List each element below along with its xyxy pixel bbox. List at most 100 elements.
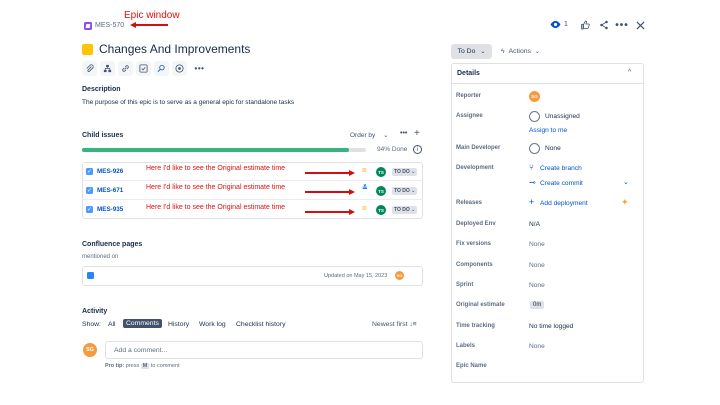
order-by-label: Order by	[350, 132, 376, 139]
annotation-arrow-head	[349, 189, 355, 195]
search-issue-icon[interactable]	[154, 61, 169, 76]
child-issue-key[interactable]: MES-671	[97, 187, 123, 194]
status-badge[interactable]: TO DO ⌄	[392, 206, 418, 214]
task-type-icon: ✓	[86, 187, 93, 194]
priority-medium-icon: =	[362, 204, 367, 213]
child-issue-key[interactable]: MES-935	[97, 206, 123, 213]
progress-fill	[82, 148, 349, 152]
development-label: Development	[456, 165, 494, 171]
time-tracking-value[interactable]: No time logged	[529, 323, 573, 330]
status-badge[interactable]: TO DO ⌄	[392, 168, 418, 176]
attach-icon[interactable]	[82, 61, 97, 76]
status-label: TO DO	[394, 188, 410, 194]
comment-input[interactable]: Add a comment...	[105, 341, 423, 359]
description-heading: Description	[82, 86, 121, 93]
confluence-avatar: SG	[395, 271, 404, 280]
components-value[interactable]: None	[529, 262, 545, 269]
priority-medium-icon: =	[362, 166, 367, 175]
description-text[interactable]: The purpose of this epic is to serve as …	[82, 99, 294, 106]
assignee-label: Assignee	[456, 113, 483, 119]
filter-checklist-history[interactable]: Checklist history	[236, 321, 285, 328]
status-badge[interactable]: TO DO ⌄	[392, 187, 418, 195]
epic-color-swatch	[82, 44, 93, 55]
epic-icon	[84, 22, 92, 30]
child-issue-key[interactable]: MES-926	[97, 168, 123, 175]
chevron-down-icon[interactable]: ⌄	[623, 178, 629, 186]
close-icon[interactable]	[632, 17, 648, 33]
sort-label: Newest first	[372, 321, 408, 328]
activity-show-label: Show:	[82, 321, 101, 328]
main-developer-value[interactable]: None	[545, 145, 561, 152]
releases-label: Releases	[456, 200, 483, 206]
priority-low-icon: ≚	[362, 185, 368, 192]
target-icon[interactable]	[172, 61, 187, 76]
deployed-env-label: Deployed Env	[456, 221, 496, 227]
details-header[interactable]	[452, 64, 643, 84]
user-avatar: SG	[83, 343, 97, 357]
assign-to-me-link[interactable]: Assign to me	[529, 127, 567, 134]
create-commit-link[interactable]: Create commit	[540, 180, 583, 187]
info-icon[interactable]: i	[413, 145, 422, 154]
more-actions-icon[interactable]: •••	[192, 61, 207, 76]
share-icon[interactable]	[596, 17, 612, 33]
reporter-label: Reporter	[456, 93, 482, 99]
time-tracking-label: Time tracking	[456, 323, 495, 329]
comment-placeholder: Add a comment...	[114, 346, 168, 354]
link-issue-icon[interactable]	[118, 61, 133, 76]
order-by-button[interactable]: Order by ⌄	[350, 131, 389, 139]
commit-icon: ⊸	[529, 178, 536, 187]
filter-history[interactable]: History	[168, 321, 189, 328]
add-deployment-link[interactable]: Add deployment	[540, 200, 588, 207]
add-child-icon[interactable]: +	[414, 128, 420, 139]
annotation-arrow-head	[349, 170, 355, 176]
fix-versions-label: Fix versions	[456, 241, 492, 247]
epic-name-label: Epic Name	[456, 363, 487, 369]
fix-versions-value[interactable]: None	[529, 241, 545, 248]
original-estimate-label: Original estimate	[456, 302, 505, 308]
original-estimate-value[interactable]: 0m	[530, 301, 545, 309]
sort-icon: ↓≡	[409, 321, 417, 328]
child-more-icon[interactable]: •••	[400, 130, 407, 137]
child-issue-icon[interactable]	[100, 61, 115, 76]
confluence-page-icon	[87, 272, 94, 279]
filter-all[interactable]: All	[108, 321, 116, 328]
reporter-avatar[interactable]: SG	[529, 91, 540, 102]
checklist-icon[interactable]	[136, 61, 151, 76]
plus-icon: +	[529, 197, 535, 207]
chevron-down-icon: ⌄	[534, 49, 540, 55]
sort-button[interactable]: Newest first ↓≡	[372, 321, 417, 328]
annotation-arrow-head	[349, 209, 355, 215]
chevron-up-icon[interactable]: ^	[628, 69, 631, 76]
assignee-avatar[interactable]: TS	[376, 186, 386, 196]
pro-tip-mid: press	[125, 363, 140, 369]
filter-work-log[interactable]: Work log	[199, 321, 226, 328]
progress-text: 94% Done	[377, 146, 408, 153]
assignee-value[interactable]: Unassigned	[545, 113, 580, 120]
task-type-icon: ✓	[86, 168, 93, 175]
create-branch-link[interactable]: Create branch	[540, 165, 582, 172]
chevron-down-icon: ⌄	[383, 132, 389, 139]
details-heading: Details	[457, 70, 480, 77]
assignee-avatar[interactable]: TS	[376, 167, 386, 177]
deployed-env-value[interactable]: N/A	[529, 221, 540, 228]
labels-value[interactable]: None	[529, 343, 545, 350]
issue-title[interactable]: Changes And Improvements	[99, 42, 250, 56]
sparkle-icon[interactable]: ✦	[621, 197, 629, 208]
pro-tip-prefix: Pro tip:	[105, 363, 125, 369]
annotation-arrow	[305, 172, 350, 174]
chevron-down-icon: ⌄	[480, 49, 486, 55]
pro-tip-suffix: to comment	[150, 363, 180, 369]
assignee-avatar[interactable]: TS	[376, 205, 386, 215]
sprint-value[interactable]: None	[529, 282, 545, 289]
epic-key-link[interactable]: MES-570	[95, 22, 124, 29]
like-icon[interactable]	[577, 17, 593, 33]
filter-comments[interactable]: Comments	[123, 319, 162, 328]
original-estimate-annotation: Here I'd like to see the Original estima…	[146, 204, 286, 211]
actions-button[interactable]: ϟ Actions ⌄	[501, 44, 540, 59]
watch-button[interactable]: 1	[550, 20, 568, 29]
annotation-arrow	[305, 211, 350, 213]
status-button[interactable]: To Do ⌄	[451, 44, 492, 59]
components-label: Components	[456, 262, 493, 268]
more-options-icon[interactable]: •••	[614, 17, 630, 33]
watch-count: 1	[564, 21, 568, 28]
